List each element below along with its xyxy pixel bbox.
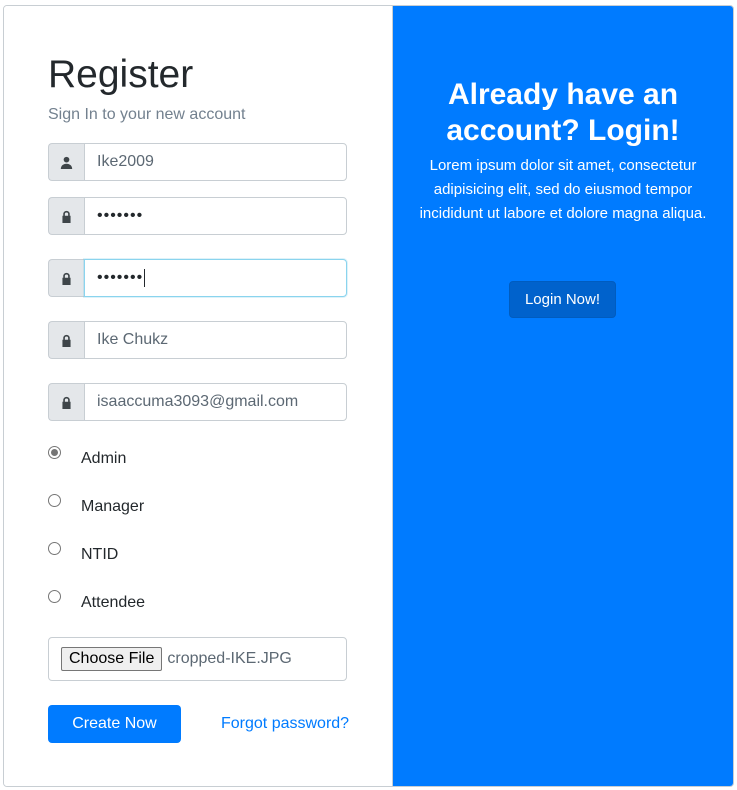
user-icon [48, 143, 84, 181]
role-option-admin[interactable]: Admin [48, 446, 126, 468]
login-panel-text: Lorem ipsum dolor sit amet, consectetur … [419, 157, 707, 222]
fullname-field[interactable] [84, 321, 347, 359]
login-panel: Already have an account? Login! Lorem ip… [393, 6, 733, 786]
register-card: Register Sign In to your new account •••… [4, 6, 393, 786]
confirm-password-value: ••••••• [97, 269, 144, 286]
file-name: cropped-IKE.JPG [167, 650, 292, 667]
create-now-button[interactable]: Create Now [48, 705, 181, 743]
radio-label-admin: Admin [81, 450, 127, 467]
login-now-button[interactable]: Login Now! [509, 281, 616, 318]
radio-attendee[interactable] [48, 590, 61, 603]
forgot-password-link[interactable]: Forgot password? [221, 715, 349, 733]
radio-manager[interactable] [48, 494, 61, 507]
role-option-attendee[interactable]: Attendee [48, 590, 145, 612]
username-group [48, 143, 347, 181]
choose-file-button[interactable]: Choose File [61, 647, 163, 671]
lock-icon [48, 383, 84, 421]
role-option-ntid[interactable]: NTID [48, 542, 118, 564]
password-group: ••••••• [48, 197, 347, 235]
radio-label-manager: Manager [81, 498, 145, 515]
register-card-group: Register Sign In to your new account •••… [3, 5, 734, 787]
email-field[interactable] [84, 383, 347, 421]
fullname-group [48, 321, 347, 359]
password-field[interactable]: ••••••• [84, 197, 347, 235]
lock-icon [48, 321, 84, 359]
file-input: Choose File cropped-IKE.JPG [48, 637, 347, 681]
login-panel-title: Already have an account? Login! [446, 78, 680, 147]
email-group [48, 383, 347, 421]
confirm-password-field[interactable]: ••••••• [84, 259, 347, 297]
username-field[interactable] [84, 143, 347, 181]
page-subtitle: Sign In to your new account [48, 106, 246, 123]
radio-admin[interactable] [48, 446, 61, 459]
role-option-manager[interactable]: Manager [48, 494, 144, 516]
lock-icon [48, 259, 84, 297]
page-title: Register [48, 53, 194, 96]
text-caret [144, 269, 146, 287]
lock-icon [48, 197, 84, 235]
radio-label-attendee: Attendee [81, 594, 146, 611]
radio-ntid[interactable] [48, 542, 61, 555]
confirm-password-group: ••••••• [48, 259, 347, 297]
radio-label-ntid: NTID [81, 546, 119, 563]
